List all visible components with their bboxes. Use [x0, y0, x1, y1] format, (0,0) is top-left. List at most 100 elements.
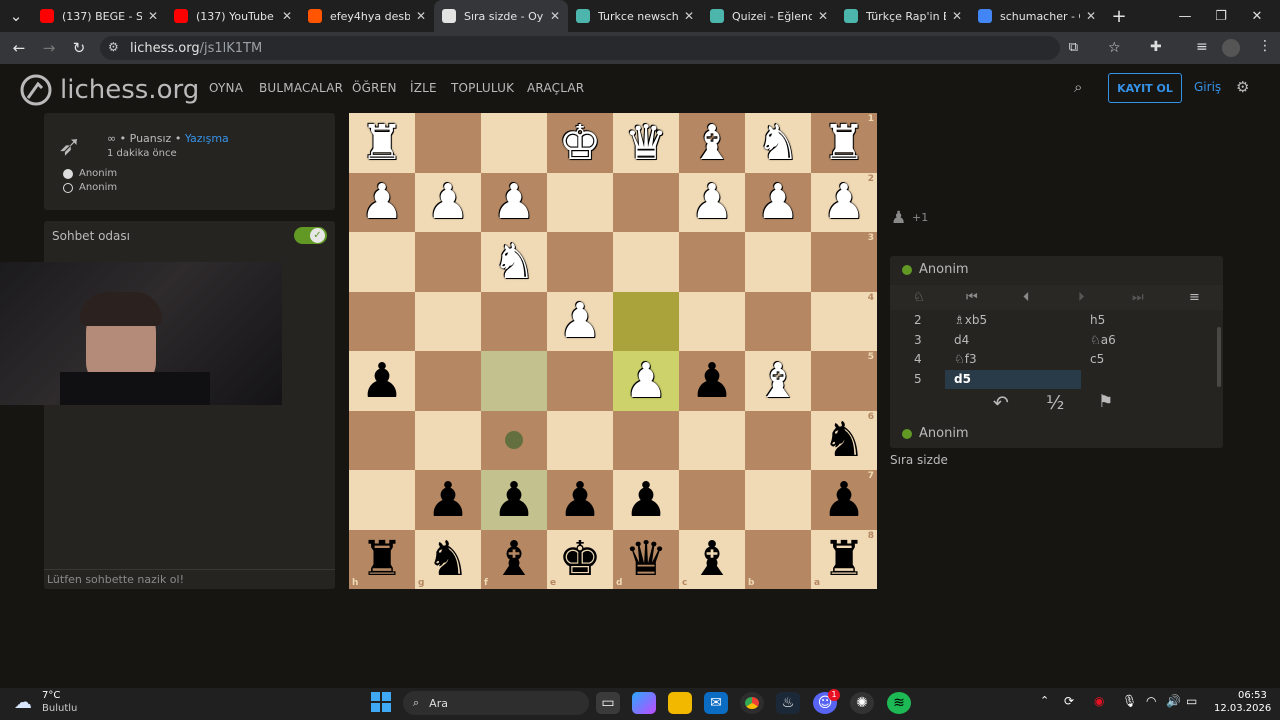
- white-bishop-icon[interactable]: ♝: [690, 119, 733, 167]
- bookmark-star-icon[interactable]: ☆: [1108, 40, 1121, 56]
- black-king-icon[interactable]: ♚: [558, 535, 601, 583]
- white-king-icon[interactable]: ♚: [558, 119, 601, 167]
- browser-tab[interactable]: Türkçe Rap'in En ✕: [836, 0, 970, 32]
- tab-close-icon[interactable]: ✕: [952, 9, 962, 23]
- file-explorer-icon[interactable]: [668, 692, 692, 714]
- board-square[interactable]: ♟: [745, 172, 811, 232]
- board-square[interactable]: 3: [811, 232, 877, 292]
- board-square[interactable]: [547, 410, 613, 470]
- back-button[interactable]: ←: [4, 34, 34, 62]
- board-square[interactable]: [613, 410, 679, 470]
- draw-offer-button[interactable]: ½: [1046, 392, 1064, 414]
- browser-tab[interactable]: Sıra sizde - Oyna ✕: [434, 0, 568, 32]
- board-square[interactable]: [679, 470, 745, 530]
- tab-close-icon[interactable]: ✕: [282, 9, 292, 23]
- board-square[interactable]: ♟: [415, 470, 481, 530]
- board-square[interactable]: ♜ 8 a: [811, 529, 877, 589]
- board-square[interactable]: [349, 291, 415, 351]
- board-square[interactable]: [415, 113, 481, 173]
- first-move-button[interactable]: ⏮: [966, 290, 978, 305]
- black-knight-icon[interactable]: ♞: [822, 416, 865, 464]
- board-square[interactable]: [349, 410, 415, 470]
- board-square[interactable]: [613, 172, 679, 232]
- board-square[interactable]: ♞ g: [415, 529, 481, 589]
- black-player-name[interactable]: Anonim: [79, 182, 117, 193]
- tab-close-icon[interactable]: ✕: [684, 9, 694, 23]
- move-destination-dot[interactable]: [505, 431, 523, 450]
- board-square[interactable]: ♟: [481, 470, 547, 530]
- install-icon[interactable]: ⧉: [1069, 40, 1078, 55]
- white-pawn-icon[interactable]: ♟: [822, 178, 865, 226]
- board-square[interactable]: ♟: [679, 172, 745, 232]
- url-bar[interactable]: ⚙ lichess.org/js1lK1TM ⧉: [100, 36, 1078, 60]
- black-pawn-icon[interactable]: ♟: [690, 357, 733, 405]
- board-square[interactable]: [481, 291, 547, 351]
- previous-move-button[interactable]: ⏴: [1023, 290, 1030, 305]
- weather-desc[interactable]: Bulutlu: [42, 703, 77, 714]
- browser-tab[interactable]: schumacher - Go ✕: [970, 0, 1104, 32]
- volume-icon[interactable]: 🔊: [1166, 694, 1181, 708]
- board-square[interactable]: ♞ 6: [811, 410, 877, 470]
- board-square[interactable]: [547, 232, 613, 292]
- board-square[interactable]: [679, 232, 745, 292]
- profile-avatar[interactable]: [1222, 39, 1240, 57]
- board-square[interactable]: ♝: [679, 113, 745, 173]
- white-bishop-icon[interactable]: ♝: [756, 357, 799, 405]
- board-square[interactable]: ♟: [481, 172, 547, 232]
- board-square[interactable]: ♝ f: [481, 529, 547, 589]
- board-square[interactable]: 4: [811, 291, 877, 351]
- chat-toggle[interactable]: ✓: [294, 227, 327, 244]
- white-pawn-icon[interactable]: ♟: [690, 178, 733, 226]
- board-square[interactable]: ♜ h: [349, 529, 415, 589]
- tab-search-button[interactable]: ⌄: [0, 2, 32, 30]
- board-square[interactable]: ♟ 7: [811, 470, 877, 530]
- white-move[interactable]: ♘f3: [954, 352, 977, 366]
- white-move[interactable]: d5: [945, 369, 1081, 389]
- login-link[interactable]: Giriş: [1194, 80, 1221, 94]
- reload-button[interactable]: ↻: [64, 34, 94, 62]
- black-rook-icon[interactable]: ♜: [360, 535, 403, 583]
- board-square[interactable]: ♟: [679, 351, 745, 411]
- board-square[interactable]: [415, 351, 481, 411]
- chatgpt-icon[interactable]: ✺: [850, 692, 874, 714]
- clock-date[interactable]: 12.03.2026: [1214, 703, 1271, 714]
- battery-icon[interactable]: ▭: [1186, 694, 1197, 708]
- extensions-icon[interactable]: ✚: [1150, 39, 1162, 55]
- board-square[interactable]: [349, 470, 415, 530]
- black-bishop-icon[interactable]: ♝: [690, 535, 733, 583]
- board-square[interactable]: ♛ d: [613, 529, 679, 589]
- board-square[interactable]: ♟: [547, 291, 613, 351]
- browser-menu-icon[interactable]: ⋮: [1258, 38, 1272, 54]
- board-square[interactable]: ♚: [547, 113, 613, 173]
- board-square[interactable]: [415, 291, 481, 351]
- chrome-icon[interactable]: [740, 692, 764, 714]
- copilot-icon[interactable]: [632, 692, 656, 714]
- tab-close-icon[interactable]: ✕: [148, 9, 158, 23]
- board-square[interactable]: ♜: [349, 113, 415, 173]
- top-player-name[interactable]: Anonim: [919, 262, 969, 277]
- bottom-player-name[interactable]: Anonim: [919, 426, 969, 441]
- board-square[interactable]: ♟: [349, 351, 415, 411]
- tab-close-icon[interactable]: ✕: [416, 9, 426, 23]
- tab-close-icon[interactable]: ✕: [550, 9, 560, 23]
- site-info-icon[interactable]: ⚙: [108, 40, 119, 54]
- black-rook-icon[interactable]: ♜: [822, 535, 865, 583]
- mail-icon[interactable]: ✉: [704, 692, 728, 714]
- browser-tab[interactable]: (137) BEGE - SPA ✕: [32, 0, 166, 32]
- black-move[interactable]: c5: [1090, 352, 1104, 366]
- black-queen-icon[interactable]: ♛: [624, 535, 667, 583]
- white-move[interactable]: d4: [954, 333, 969, 347]
- black-pawn-icon[interactable]: ♟: [426, 476, 469, 524]
- board-square[interactable]: [547, 351, 613, 411]
- black-move[interactable]: h5: [1090, 313, 1105, 327]
- browser-tab[interactable]: (137) YouTube ✕: [166, 0, 300, 32]
- board-square[interactable]: ♟: [415, 172, 481, 232]
- board-square[interactable]: [679, 291, 745, 351]
- white-pawn-icon[interactable]: ♟: [360, 178, 403, 226]
- last-move-button[interactable]: ⏭: [1132, 290, 1144, 305]
- wifi-icon[interactable]: ◠: [1146, 694, 1156, 708]
- move-list-scrollbar[interactable]: [1217, 327, 1221, 387]
- spotify-icon[interactable]: ≋: [887, 692, 911, 714]
- board-square[interactable]: [415, 232, 481, 292]
- board-square[interactable]: [613, 291, 679, 351]
